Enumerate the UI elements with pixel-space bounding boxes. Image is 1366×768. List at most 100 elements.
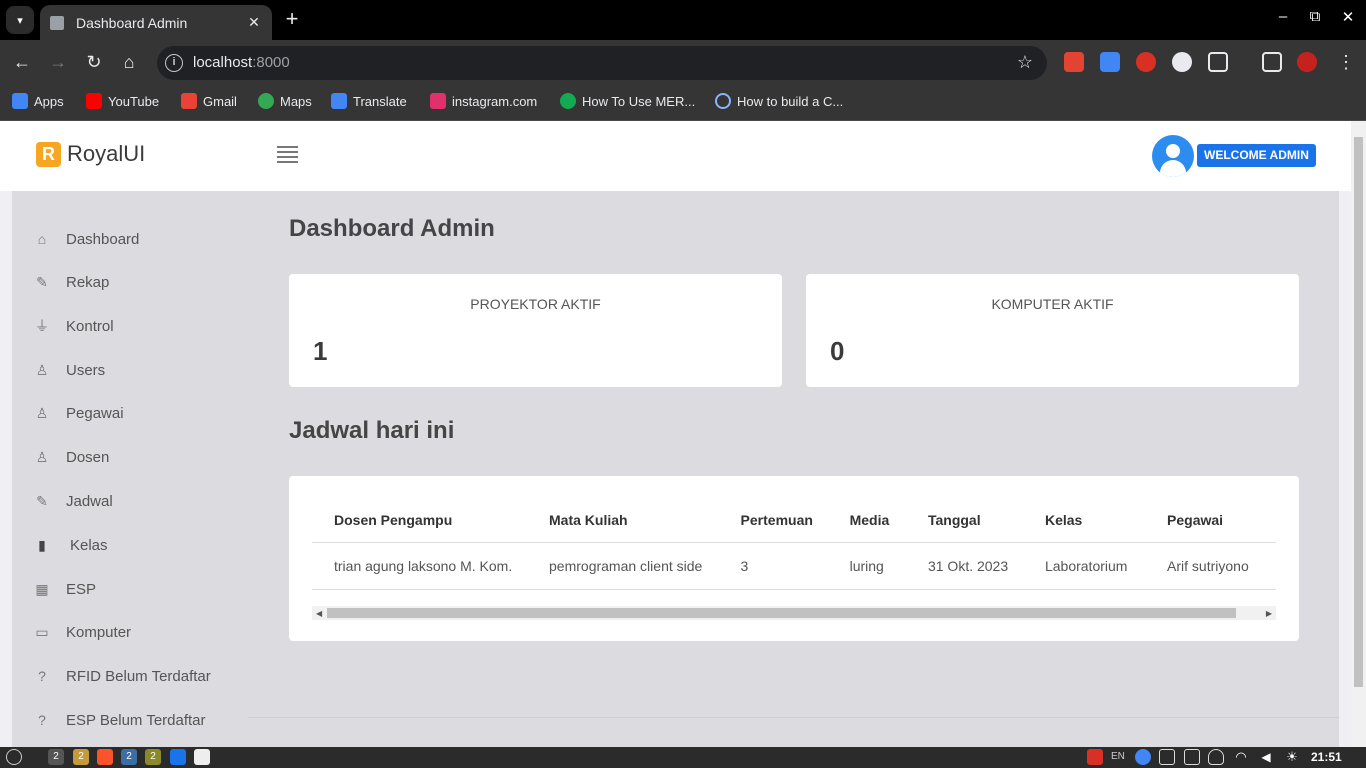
chrome-window-icon[interactable]: 2 [145,749,161,765]
schedule-table-wrapper[interactable]: Dosen Pengampu Mata Kuliah Pertemuan Med… [312,498,1276,618]
stat-label: KOMPUTER AKTIF [991,296,1114,312]
column-header: Dosen Pengampu [312,498,528,543]
sidebar-item-label: ESP [66,580,97,598]
terminal-app-icon[interactable]: 2 [48,749,64,765]
tomato-extension-icon[interactable] [1136,52,1156,72]
column-header: Media [827,498,906,543]
profile-avatar-icon[interactable] [1297,52,1317,72]
clock[interactable]: 21:51 [1311,750,1342,764]
bookmark-label: Gmail [203,93,237,109]
tray-app-icon[interactable] [1087,749,1103,765]
files-app-icon[interactable]: 2 [73,749,89,765]
scrollbar-thumb[interactable] [327,608,1236,618]
bookmark-label: Translate [353,93,407,109]
schedule-title: Jadwal hari ini [289,417,455,444]
extensions-puzzle-icon[interactable] [1208,52,1228,72]
minimize-icon[interactable]: – [1271,8,1295,25]
bookmark-instagram[interactable]: instagram.com [430,93,537,109]
bookmark-star-icon[interactable]: ☆ [1017,52,1033,73]
bookmark-build[interactable]: How to build a C... [715,93,843,109]
sidebar-item-kontrol[interactable]: ⏚ Kontrol [34,314,114,338]
sidebar-item-pegawai[interactable]: ♙ Pegawai [34,401,124,425]
browser-tab-active[interactable]: Dashboard Admin ✕ [40,5,272,40]
forward-arrow-icon[interactable]: → [46,51,70,75]
close-tab-icon[interactable]: ✕ [246,14,262,31]
table-horizontal-scrollbar[interactable]: ◀ ▶ [312,606,1276,620]
browser-menu-icon[interactable]: ⋮ [1336,52,1356,72]
dark-mode-extension-icon[interactable] [1172,52,1192,72]
translate-extension-icon[interactable] [1100,52,1120,72]
gmail-icon [181,93,197,109]
scroll-right-arrow-icon[interactable]: ▶ [1266,609,1272,618]
shield-tray-icon[interactable] [1208,749,1224,765]
bookmark-mongodb[interactable]: How To Use MER... [560,93,695,109]
sidebar-item-rfid-belum-terdaftar[interactable]: ? RFID Belum Terdaftar [34,664,211,688]
screenshot-app-icon[interactable] [170,749,186,765]
home-button-icon[interactable]: ⌂ [117,51,141,75]
close-window-icon[interactable]: ✕ [1336,8,1360,26]
back-arrow-icon[interactable]: ← [10,51,34,75]
sidebar-item-esp-belum-terdaftar[interactable]: ? ESP Belum Terdaftar [34,708,205,732]
brave-app-icon[interactable] [97,749,113,765]
todoist-extension-icon[interactable] [1064,52,1084,72]
restore-icon[interactable]: ⧉ [1303,8,1327,25]
mongodb-icon [560,93,576,109]
volume-icon[interactable]: ◀ [1258,749,1274,765]
user-avatar[interactable] [1152,135,1194,177]
wifi-icon[interactable]: ◠ [1233,749,1249,765]
vscode-app-icon[interactable]: 2 [121,749,137,765]
chrome-tray-icon[interactable] [1135,749,1151,765]
table-cell: 3 [718,542,828,590]
sidebar-item-kelas[interactable]: ▮ Kelas [34,533,107,557]
settings-app-icon[interactable] [194,749,210,765]
sidebar-item-label: Kontrol [66,317,114,335]
page-vertical-scrollbar[interactable] [1351,121,1366,747]
reload-icon[interactable]: ↻ [82,51,106,75]
column-header: Pegawai [1145,498,1276,543]
edit-icon: ✎ [36,274,48,290]
sidebar-item-dosen[interactable]: ♙ Dosen [34,445,110,469]
chip-icon: ▦ [35,581,49,597]
sidebar-item-users[interactable]: ♙ Users [34,358,105,382]
menu-toggle-icon[interactable] [277,146,298,164]
scroll-left-arrow-icon[interactable]: ◀ [316,609,322,618]
site-info-icon[interactable]: i [165,54,183,72]
table-cell: Laboratorium [1022,542,1146,590]
bookmark-gmail[interactable]: Gmail [181,93,237,109]
sidebar-item-esp[interactable]: ▦ ESP [34,577,96,601]
side-panel-icon[interactable] [1262,52,1282,72]
sidebar-item-rekap[interactable]: ✎ Rekap [34,270,109,294]
sidebar-item-jadwal[interactable]: ✎ Jadwal [34,489,113,513]
new-tab-button[interactable]: + [281,8,303,30]
clipboard-tray-icon[interactable] [1184,749,1200,765]
bookmark-label: How to build a C... [737,93,844,109]
bookmarks-bar: Apps YouTube Gmail Maps Translate instag… [0,85,1366,121]
sidebar-item-komputer[interactable]: ▭ Komputer [34,620,131,644]
bookmark-youtube[interactable]: YouTube [86,93,159,109]
network-tray-icon[interactable] [1159,749,1175,765]
bookmark-translate[interactable]: Translate [331,93,407,109]
bookmark-apps[interactable]: Apps [12,93,64,109]
sidebar-item-label: Rekap [66,273,110,291]
tab-search-button[interactable]: ▾ [6,6,34,34]
youtube-icon [86,93,102,109]
brand-logo[interactable]: R RoyalUI [36,141,145,167]
keyboard-layout[interactable]: EN [1111,751,1125,762]
table-cell: Arif sutriyono [1145,542,1276,590]
stat-label: PROYEKTOR AKTIF [470,296,601,312]
welcome-badge[interactable]: WELCOME ADMIN [1197,144,1316,167]
user-icon: ♙ [35,405,49,421]
url-port: :8000 [252,54,290,71]
scrollbar-thumb[interactable] [1354,137,1363,687]
monitor-icon: ▭ [35,624,49,640]
address-bar[interactable]: i localhost:8000 ☆ [157,46,1047,80]
brightness-icon[interactable]: ☀ [1284,749,1300,765]
start-menu-icon[interactable] [6,749,22,765]
url-text[interactable]: localhost:8000 [193,54,290,71]
sidebar-item-dashboard[interactable]: ⌂ Dashboard [34,227,140,251]
table-cell: pemrograman client side [527,542,719,590]
plug-icon: ⏚ [35,318,49,334]
bookmark-label: instagram.com [452,93,538,109]
bookmark-label: Maps [280,93,312,109]
bookmark-maps[interactable]: Maps [258,93,312,109]
